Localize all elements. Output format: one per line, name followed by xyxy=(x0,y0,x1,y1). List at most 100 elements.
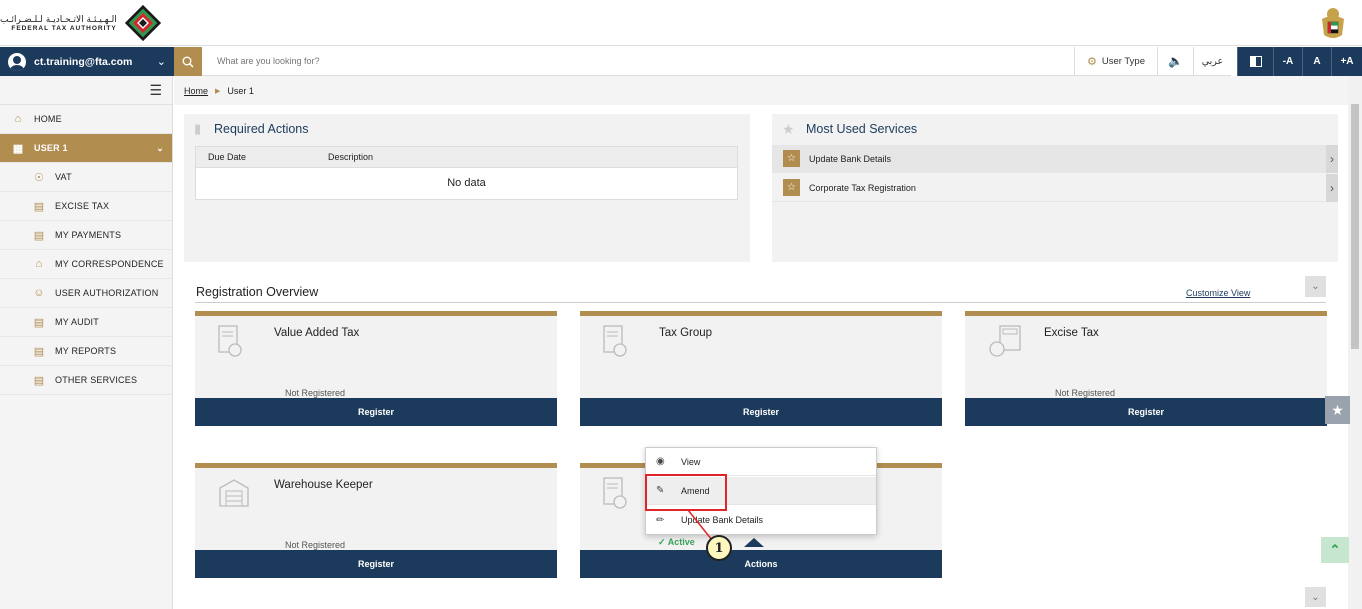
sidebar-item-label: MY AUDIT xyxy=(55,317,99,327)
sidebar-item-vat[interactable]: ☉ VAT xyxy=(0,163,172,192)
card-status: Not Registered xyxy=(285,540,346,550)
card-warehouse-keeper: Warehouse Keeper Not Registered Register xyxy=(195,463,557,578)
register-button[interactable]: Register xyxy=(965,398,1327,426)
language-label: عربي xyxy=(1201,55,1224,67)
language-button[interactable]: عربي xyxy=(1193,47,1231,76)
service-corporate-tax-registration[interactable]: ☆ Corporate Tax Registration › xyxy=(772,174,1338,202)
fta-logo[interactable]: الـهـيـئـة الاتـحـاديـة لـلـضـرائـب FEDE… xyxy=(0,5,161,41)
sidebar-item-excise-tax[interactable]: ▤ EXCISE TAX xyxy=(0,192,172,221)
uae-emblem-icon xyxy=(1322,8,1344,38)
step-marker: 1 xyxy=(706,535,732,561)
hamburger-icon: ☰ xyxy=(149,81,162,98)
active-status: ✓ Active xyxy=(658,537,695,548)
building-icon: ⌂ xyxy=(35,258,43,270)
sidebar-item-label: USER 1 xyxy=(34,143,68,153)
collapse-button[interactable]: ⌄ xyxy=(1305,276,1326,297)
sidebar-item-user-authorization[interactable]: ☺ USER AUTHORIZATION xyxy=(0,279,172,308)
eye-icon: ◉ xyxy=(656,456,665,467)
star-icon: ★ xyxy=(1331,401,1344,418)
font-decrease-button[interactable]: -A xyxy=(1273,47,1302,76)
register-button[interactable]: Register xyxy=(195,398,557,426)
sidebar-item-user1[interactable]: ▦ USER 1 ⌄ xyxy=(0,134,172,163)
sidebar-item-other-services[interactable]: ▤ OTHER SERVICES xyxy=(0,366,172,395)
pencil-icon: ✏ xyxy=(656,514,665,526)
page-scrollbar[interactable] xyxy=(1348,76,1362,609)
chevron-right-icon[interactable]: › xyxy=(1326,145,1338,173)
breadcrumb-home-link[interactable]: Home xyxy=(184,86,208,96)
contrast-button[interactable] xyxy=(1237,47,1273,76)
home-icon: ⌂ xyxy=(14,113,22,125)
avatar-icon xyxy=(8,52,26,71)
search-icon xyxy=(182,56,194,68)
sidebar-toggle-button[interactable]: ☰ xyxy=(0,76,172,105)
excise-calculator-icon xyxy=(989,325,1021,357)
required-actions-title: Required Actions xyxy=(214,122,309,136)
user-type-button[interactable]: ⚙ User Type xyxy=(1074,47,1157,76)
most-used-services-title: Most Used Services xyxy=(806,122,918,136)
fta-logo-icon xyxy=(124,5,161,41)
top-header: الـهـيـئـة الاتـحـاديـة لـلـضـرائـب FEDE… xyxy=(0,0,1362,46)
sidebar-item-my-reports[interactable]: ▤ MY REPORTS xyxy=(0,337,172,366)
service-update-bank-details[interactable]: ☆ Update Bank Details › xyxy=(772,145,1338,173)
collapse-button-2[interactable]: ⌄ xyxy=(1305,587,1326,607)
card-status: Active xyxy=(667,537,695,547)
sidebar-item-label: USER AUTHORIZATION xyxy=(55,288,159,298)
scrollbar-thumb[interactable] xyxy=(1351,104,1359,349)
table-header: Due Date Description xyxy=(196,147,737,168)
tax-document-icon xyxy=(218,325,242,357)
sidebar-item-my-audit[interactable]: ▤ MY AUDIT xyxy=(0,308,172,337)
chevron-down-icon: ⌄ xyxy=(1311,591,1320,603)
chevron-down-icon: ⌄ xyxy=(156,142,164,153)
search-button[interactable] xyxy=(174,47,202,76)
user-dropdown[interactable]: ct.training@fta.com ⌄ xyxy=(0,47,174,76)
logo-arabic-text: الـهـيـئـة الاتـحـاديـة لـلـضـرائـب xyxy=(0,14,117,25)
sidebar-item-home[interactable]: ⌂ HOME xyxy=(0,105,172,134)
menu-item-view[interactable]: ◉ View xyxy=(646,448,876,476)
required-actions-panel: ▮ Required Actions Due Date Description … xyxy=(184,114,750,262)
card-value-added-tax: Value Added Tax Not Registered Register xyxy=(195,311,557,426)
actions-button[interactable]: Actions xyxy=(580,550,942,578)
speaker-button[interactable]: 🔈 xyxy=(1157,47,1193,76)
clipboard-icon: ▮ xyxy=(194,121,202,136)
card-status: Not Registered xyxy=(285,388,346,398)
font-normal-label: A xyxy=(1313,56,1321,67)
sidebar-item-label: VAT xyxy=(55,172,72,182)
font-normal-button[interactable]: A xyxy=(1302,47,1331,76)
service-label: Update Bank Details xyxy=(809,153,892,164)
logo-english-text: FEDERAL TAX AUTHORITY xyxy=(11,24,117,32)
user-type-label: User Type xyxy=(1101,55,1145,67)
sidebar-item-label: EXCISE TAX xyxy=(55,201,110,211)
due-date-header[interactable]: Due Date xyxy=(208,152,328,162)
register-button[interactable]: Register xyxy=(195,550,557,578)
customize-view-link[interactable]: Customize View xyxy=(1186,288,1250,298)
chevron-right-icon[interactable]: › xyxy=(1326,174,1338,202)
star-icon: ☆ xyxy=(783,179,800,196)
service-label: Corporate Tax Registration xyxy=(809,182,916,193)
sidebar-item-my-payments[interactable]: ▤ MY PAYMENTS xyxy=(0,221,172,250)
highlight-box xyxy=(645,474,727,511)
breadcrumb-current: User 1 xyxy=(227,85,254,96)
services-icon: ▤ xyxy=(33,374,45,387)
sidebar-item-label: MY CORRESPONDENCE xyxy=(55,259,164,269)
sidebar-item-my-correspondence[interactable]: ⌂ MY CORRESPONDENCE xyxy=(0,250,172,279)
description-header[interactable]: Description xyxy=(328,152,373,162)
check-circle-icon: ✓ xyxy=(658,537,666,547)
font-increase-button[interactable]: +A xyxy=(1331,47,1362,76)
sidebar-item-label: HOME xyxy=(34,114,62,124)
scroll-to-top-button[interactable]: ⌃ xyxy=(1321,537,1349,563)
font-decrease-label: -A xyxy=(1282,56,1294,67)
warehouse-icon xyxy=(219,479,249,507)
user-email: ct.training@fta.com xyxy=(34,55,133,68)
font-increase-label: +A xyxy=(1340,56,1354,67)
registration-overview-title: Registration Overview xyxy=(196,285,319,299)
tax-document-icon xyxy=(603,477,627,509)
tax-document-icon xyxy=(603,325,627,357)
menu-caret xyxy=(744,538,764,547)
register-button[interactable]: Register xyxy=(580,398,942,426)
excise-icon: ▤ xyxy=(33,200,45,213)
star-icon: ☆ xyxy=(783,150,800,167)
sidebar-item-label: OTHER SERVICES xyxy=(55,375,138,385)
card-title: Tax Group xyxy=(659,327,713,339)
favorite-button[interactable]: ★ xyxy=(1325,396,1350,424)
search-input[interactable] xyxy=(202,47,1074,76)
